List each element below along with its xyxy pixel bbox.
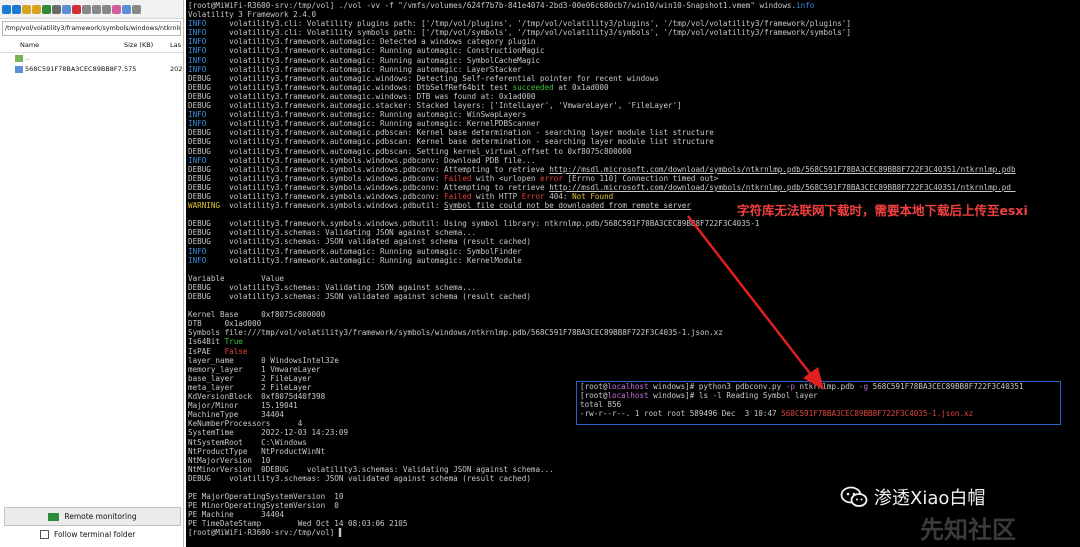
wechat-icon bbox=[840, 485, 868, 509]
watermark-site: 先知社区 bbox=[920, 516, 1016, 544]
arrow-annotation bbox=[687, 215, 824, 390]
watermark-text: 渗透Xiao白帽 bbox=[874, 488, 986, 509]
watermark: 渗透Xiao白帽 bbox=[840, 484, 985, 510]
arrow-line bbox=[687, 215, 813, 377]
